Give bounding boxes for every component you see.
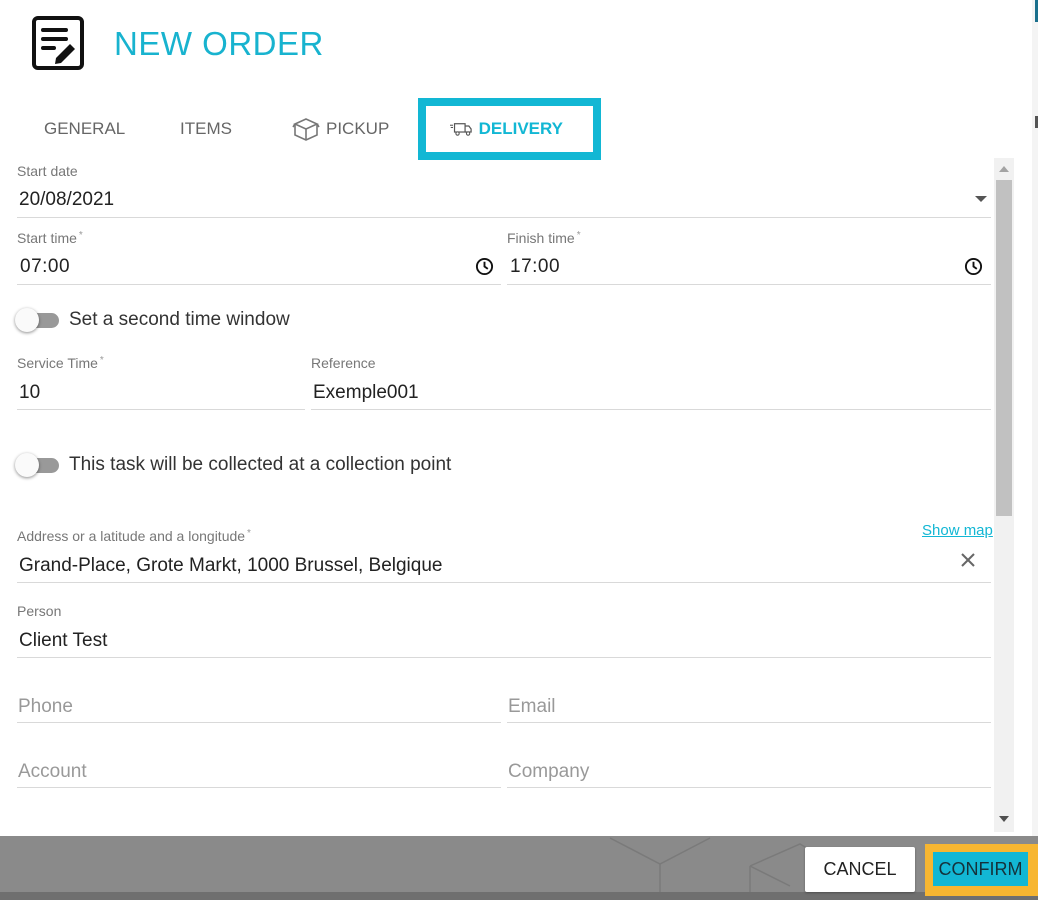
page-title: NEW ORDER <box>114 25 324 62</box>
account-input[interactable]: Account <box>18 761 87 783</box>
tab-delivery[interactable]: DELIVERY <box>418 98 601 160</box>
reference-underline <box>311 409 991 410</box>
email-underline <box>507 722 991 723</box>
person-label: Person <box>17 603 62 619</box>
dialog-footer: CANCEL CONFIRM <box>0 836 1038 900</box>
start-date-underline <box>17 217 991 218</box>
dropdown-arrow-icon[interactable] <box>974 194 988 204</box>
phone-underline <box>17 722 501 723</box>
clock-icon[interactable] <box>964 257 983 276</box>
email-input[interactable]: Email <box>508 696 556 718</box>
account-underline <box>17 787 501 788</box>
confirm-highlight: CONFIRM <box>925 844 1038 896</box>
start-time-underline <box>17 284 501 285</box>
finish-time-label: Finish time * <box>507 230 581 246</box>
collection-point-label: This task will be collected at a collect… <box>69 454 452 475</box>
start-time-input[interactable]: 07:00 <box>20 256 70 278</box>
start-date-label: Start date <box>17 163 78 179</box>
address-label: Address or a latitude and a longitude * <box>17 528 251 544</box>
start-time-label: Start time * <box>17 230 83 246</box>
company-underline <box>507 787 991 788</box>
address-underline <box>17 582 991 583</box>
service-time-input[interactable]: 10 <box>19 382 40 404</box>
form-scrollbar[interactable] <box>994 158 1014 832</box>
clock-icon[interactable] <box>475 257 494 276</box>
person-underline <box>17 657 991 658</box>
tab-items-label: ITEMS <box>180 119 232 138</box>
box-icon <box>292 118 320 141</box>
tab-items[interactable]: ITEMS <box>180 98 232 160</box>
scroll-up-arrow-icon[interactable] <box>999 166 1009 172</box>
delivery-truck-icon <box>450 123 472 136</box>
scroll-down-arrow-icon[interactable] <box>999 816 1009 822</box>
second-time-window-label: Set a second time window <box>69 309 290 330</box>
finish-time-input[interactable]: 17:00 <box>510 256 560 278</box>
reference-label: Reference <box>311 355 376 371</box>
cancel-button[interactable]: CANCEL <box>805 847 915 892</box>
collection-point-toggle[interactable] <box>15 453 59 477</box>
tab-general-label: GENERAL <box>44 119 126 138</box>
start-date-value[interactable]: 20/08/2021 <box>19 189 114 211</box>
new-order-dialog: NEW ORDER GENERAL ITEMS PICKUP DELIVERY … <box>0 0 1032 836</box>
confirm-button[interactable]: CONFIRM <box>933 852 1028 886</box>
person-input[interactable]: Client Test <box>19 630 107 652</box>
background-edge <box>1032 0 1038 836</box>
second-time-window-toggle[interactable] <box>15 308 59 332</box>
company-input[interactable]: Company <box>508 761 589 783</box>
show-map-link[interactable]: Show map <box>922 522 993 539</box>
service-time-underline <box>17 409 305 410</box>
phone-input[interactable]: Phone <box>18 696 73 718</box>
edit-document-icon <box>32 16 84 70</box>
close-icon[interactable] <box>960 552 976 568</box>
scrollbar-thumb[interactable] <box>996 180 1012 516</box>
tab-pickup[interactable]: PICKUP <box>292 98 389 160</box>
reference-input[interactable]: Exemple001 <box>313 382 419 404</box>
tab-delivery-label: DELIVERY <box>478 119 563 138</box>
address-input[interactable]: Grand-Place, Grote Markt, 1000 Brussel, … <box>19 555 442 577</box>
finish-time-underline <box>507 284 991 285</box>
tab-general[interactable]: GENERAL <box>44 98 125 160</box>
dialog-header: NEW ORDER <box>32 16 324 72</box>
tab-bar: GENERAL ITEMS PICKUP DELIVERY <box>0 98 620 160</box>
service-time-label: Service Time * <box>17 355 104 371</box>
tab-pickup-label: PICKUP <box>326 119 390 138</box>
